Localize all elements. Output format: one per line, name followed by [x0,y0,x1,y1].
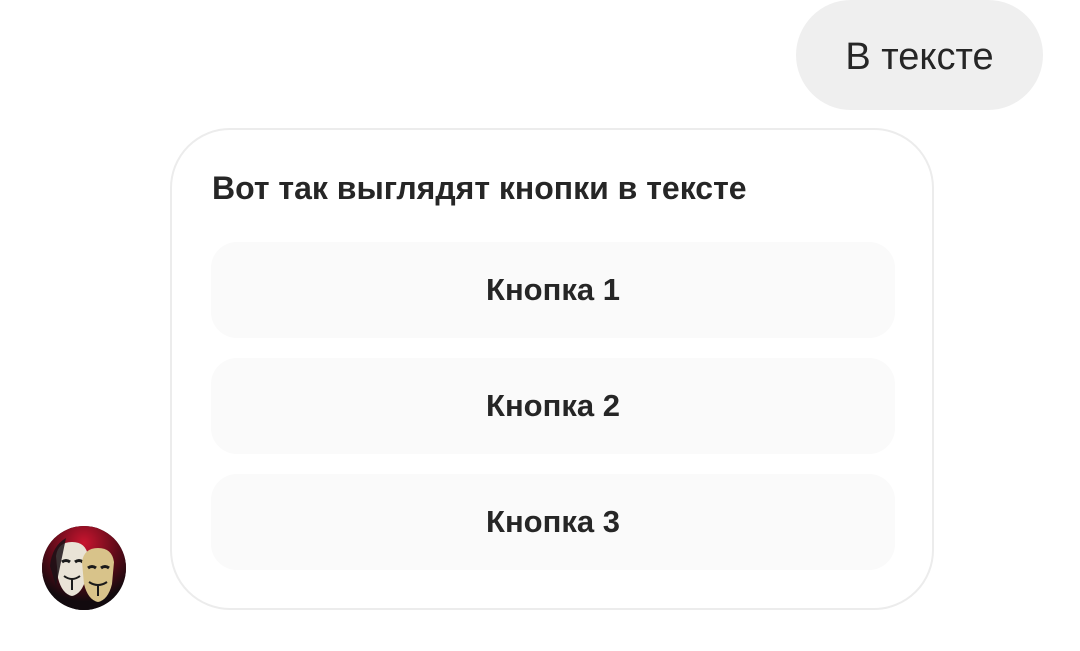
inline-button-label: Кнопка 2 [486,388,620,423]
inline-button-label: Кнопка 3 [486,504,620,539]
inline-button-label: Кнопка 1 [486,272,620,307]
inline-button-2[interactable]: Кнопка 2 [211,358,895,454]
user-message-text: В тексте [845,35,994,78]
bot-message-title: Вот так выглядят кнопки в тексте [212,170,747,206]
bot-message-card: Вот так выглядят кнопки в тексте Кнопка … [170,128,934,610]
bot-avatar[interactable] [42,526,126,610]
user-message-bubble: В тексте [796,0,1043,110]
mask-icon [42,526,126,610]
inline-button-1[interactable]: Кнопка 1 [211,242,895,338]
inline-button-3[interactable]: Кнопка 3 [211,474,895,570]
